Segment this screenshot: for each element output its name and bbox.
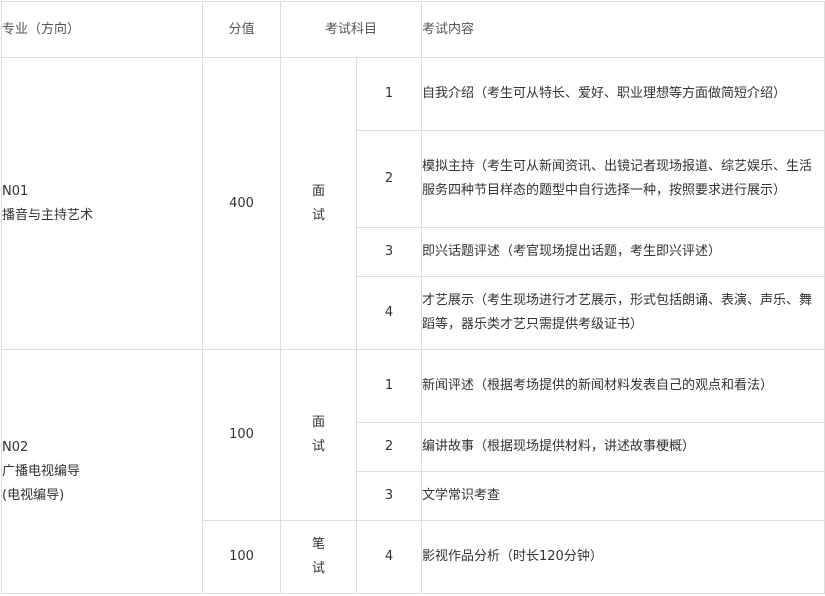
subject-char: 面 <box>311 415 325 430</box>
item-content: 编讲故事（根据现场提供材料，讲述故事梗概） <box>421 422 825 472</box>
item-number: 2 <box>355 422 423 472</box>
major-code: N01 <box>2 183 29 199</box>
major-name-sub: (电视编导) <box>2 487 65 503</box>
table-row: N01 播音与主持艺术 400 面 试 1 自我介绍（考生可从特长、爱好、职业理… <box>1 57 825 350</box>
subject-char: 面 <box>311 183 325 199</box>
header-subject: 考试科目 <box>279 1 423 58</box>
item-number: 3 <box>355 227 423 277</box>
item-number: 4 <box>355 276 423 350</box>
item-content: 新闻评述（根据考场提供的新闻材料发表自己的观点和看法） <box>421 349 825 423</box>
header-score: 分值 <box>202 1 281 58</box>
item-number: 2 <box>355 130 423 228</box>
score-cell: 400 <box>202 57 281 350</box>
item-content: 模拟主持（考生可从新闻资讯、出镜记者现场报道、综艺娱乐、生活服务四种节目样态的题… <box>421 130 825 228</box>
subject-char: 试 <box>311 439 325 454</box>
major-code: N02 <box>2 439 29 455</box>
header-major: 专业（方向） <box>1 1 203 58</box>
item-content: 才艺展示（考生现场进行才艺展示，形式包括朗诵、表演、声乐、舞蹈等，器乐类才艺只需… <box>421 276 825 350</box>
major-cell-n01: N01 播音与主持艺术 <box>1 57 203 350</box>
subject-cell: 面 试 <box>280 57 357 350</box>
major-name: 广播电视编导 <box>2 463 81 479</box>
subject-char: 试 <box>311 207 325 223</box>
subject-char: 笔 <box>311 537 325 552</box>
item-number: 1 <box>355 349 423 423</box>
table-header-row: 专业（方向） 分值 考试科目 考试内容 <box>1 1 825 58</box>
item-number: 4 <box>355 520 423 594</box>
item-number: 3 <box>355 471 423 521</box>
subject-cell: 笔 试 <box>280 520 357 594</box>
item-content: 自我介绍（考生可从特长、爱好、职业理想等方面做简短介绍） <box>421 57 825 131</box>
item-number: 1 <box>355 57 423 131</box>
item-content: 即兴话题评述（考官现场提出话题，考生即兴评述） <box>421 227 825 277</box>
major-name: 播音与主持艺术 <box>2 207 94 223</box>
header-content: 考试内容 <box>421 1 825 58</box>
item-content: 文学常识考查 <box>421 471 825 521</box>
item-content: 影视作品分析（时长120分钟） <box>421 520 825 594</box>
score-cell: 100 <box>202 520 281 594</box>
exam-table: 专业（方向） 分值 考试科目 考试内容 N01 播音与主持艺术 400 面 试 … <box>1 1 825 594</box>
subject-cell: 面 试 <box>280 349 357 521</box>
score-cell: 100 <box>202 349 281 521</box>
table-row: N02 广播电视编导 (电视编导) 100 面 试 1 新闻评述（根据考场提供的… <box>1 349 825 594</box>
subject-char: 试 <box>311 561 325 576</box>
major-cell-n02: N02 广播电视编导 (电视编导) <box>1 349 203 594</box>
